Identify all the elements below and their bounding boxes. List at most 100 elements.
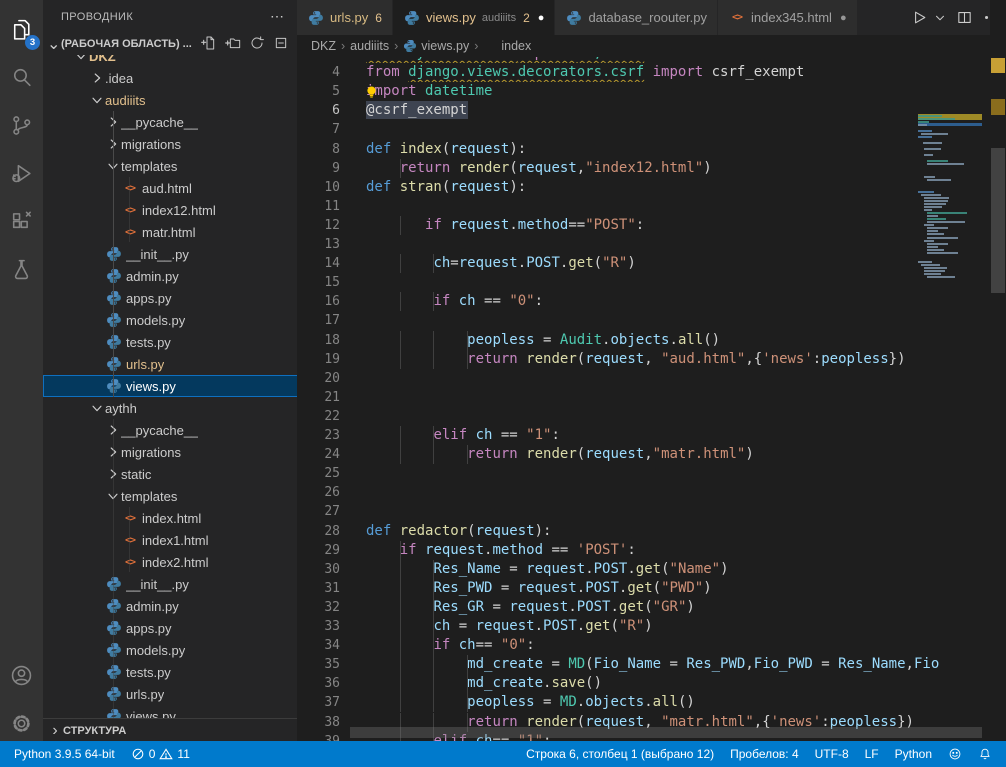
tree-item-migrations[interactable]: migrations (43, 441, 297, 463)
code-line-23[interactable]: 23 elif ch == "1": (297, 426, 1006, 445)
search-icon[interactable] (0, 54, 43, 100)
code-line-7[interactable]: 7 (297, 120, 1006, 139)
tree-item-templates[interactable]: templates (43, 155, 297, 177)
code-line-25[interactable]: 25 (297, 464, 1006, 483)
code-line-21[interactable]: 21 (297, 388, 1006, 407)
horizontal-scrollbar[interactable] (350, 727, 982, 738)
language-mode-status[interactable]: Python (887, 741, 940, 767)
code-line-5[interactable]: 5import datetime (297, 82, 1006, 101)
eol-status[interactable]: LF (857, 741, 887, 767)
tree-item-__init__.py[interactable]: __init__.py (43, 243, 297, 265)
tree-item-.idea[interactable]: .idea (43, 67, 297, 89)
tree-item-aud.html[interactable]: <>aud.html (43, 177, 297, 199)
code-line-14[interactable]: 14 ch=request.POST.get("R") (297, 254, 1006, 273)
code-line-9[interactable]: 9 return render(request,"index12.html") (297, 159, 1006, 178)
outline-section-header[interactable]: › СТРУКТУРА (43, 718, 297, 741)
explorer-more-actions-icon[interactable]: ⋯ (270, 8, 285, 25)
new-folder-icon[interactable] (225, 35, 241, 56)
bell-icon[interactable] (970, 741, 1000, 767)
breadcrumb-item-DKZ[interactable]: DKZ (311, 39, 336, 53)
code-line-18[interactable]: 18 peopless = Audit.objects.all() (297, 331, 1006, 350)
settings-icon[interactable] (0, 700, 43, 746)
split-editor-icon[interactable] (956, 9, 973, 26)
tree-item-views.py[interactable]: views.py2 (43, 375, 297, 397)
tree-item-__init__.py[interactable]: __init__.py (43, 573, 297, 595)
python-interpreter-status[interactable]: Python 3.9.5 64-bit (6, 741, 123, 767)
tree-item-index.html[interactable]: <>index.html (43, 507, 297, 529)
tree-item-tests.py[interactable]: tests.py (43, 331, 297, 353)
vertical-scrollbar[interactable] (990, 0, 1006, 741)
tree-item-views.py[interactable]: views.py (43, 705, 297, 718)
tree-item-__pycache__[interactable]: __pycache__ (43, 419, 297, 441)
code-editor[interactable]: 3from aythh.models import MD,Audit4from … (297, 57, 1006, 741)
extensions-icon[interactable] (0, 198, 43, 244)
tree-item-index12.html[interactable]: <>index12.html (43, 199, 297, 221)
code-line-8[interactable]: 8def index(request): (297, 140, 1006, 159)
code-line-16[interactable]: 16 if ch == "0": (297, 292, 1006, 311)
code-line-6[interactable]: 6@csrf_exempt (297, 101, 1006, 120)
account-icon[interactable] (0, 652, 43, 698)
tree-item-__pycache__[interactable]: __pycache__ (43, 111, 297, 133)
scrollbar-thumb[interactable] (991, 148, 1005, 293)
encoding-status[interactable]: UTF-8 (807, 741, 857, 767)
collapse-all-icon[interactable] (273, 35, 289, 56)
tree-item-admin.py[interactable]: admin.py (43, 265, 297, 287)
lightbulb-icon[interactable] (364, 84, 379, 106)
tab-views.py[interactable]: views.pyaudiiits2● (393, 0, 555, 35)
tree-item-templates[interactable]: templates (43, 485, 297, 507)
tree-item-models.py[interactable]: models.py (43, 639, 297, 661)
unsaved-dot-icon[interactable]: ● (840, 12, 847, 24)
tree-item-apps.py[interactable]: apps.py (43, 287, 297, 309)
code-line-22[interactable]: 22 (297, 407, 1006, 426)
code-line-10[interactable]: 10def stran(request): (297, 178, 1006, 197)
tree-item-aythh[interactable]: aythh (43, 397, 297, 419)
code-line-30[interactable]: 30 Res_Name = request.POST.get("Name") (297, 560, 1006, 579)
code-line-33[interactable]: 33 ch = request.POST.get("R") (297, 617, 1006, 636)
tree-item-urls.py[interactable]: urls.py6 (43, 353, 297, 375)
tree-item-static[interactable]: static (43, 463, 297, 485)
code-line-34[interactable]: 34 if ch== "0": (297, 636, 1006, 655)
indentation-status[interactable]: Пробелов: 4 (722, 741, 807, 767)
tree-item-models.py[interactable]: models.py (43, 309, 297, 331)
tree-item-urls.py[interactable]: urls.py (43, 683, 297, 705)
breadcrumb-item-views.py[interactable]: views.py (403, 39, 469, 53)
code-line-28[interactable]: 28def redactor(request): (297, 522, 1006, 541)
problems-status[interactable]: 0 11 (123, 741, 198, 767)
explorer-icon[interactable]: 3 (0, 6, 43, 52)
code-line-31[interactable]: 31 Res_PWD = request.POST.get("PWD") (297, 579, 1006, 598)
new-file-icon[interactable] (201, 35, 217, 56)
code-line-32[interactable]: 32 Res_GR = request.POST.get("GR") (297, 598, 1006, 617)
tab-urls.py[interactable]: urls.py6 (297, 0, 393, 35)
tree-item-tests.py[interactable]: tests.py (43, 661, 297, 683)
unsaved-dot-icon[interactable]: ● (538, 12, 545, 24)
code-line-4[interactable]: 4from django.views.decorators.csrf impor… (297, 63, 1006, 82)
code-line-19[interactable]: 19 return render(request, "aud.html",{'n… (297, 350, 1006, 369)
tree-item-index1.html[interactable]: <>index1.html (43, 529, 297, 551)
code-line-24[interactable]: 24 return render(request,"matr.html") (297, 445, 1006, 464)
code-line-11[interactable]: 11 (297, 197, 1006, 216)
code-line-12[interactable]: 12 if request.method=="POST": (297, 216, 1006, 235)
tree-item-migrations[interactable]: migrations (43, 133, 297, 155)
minimap[interactable] (918, 114, 986, 741)
code-line-36[interactable]: 36 md_create.save() (297, 674, 1006, 693)
run-python-file-icon[interactable] (911, 9, 928, 26)
code-line-29[interactable]: 29 if request.method == 'POST': (297, 541, 1006, 560)
code-line-27[interactable]: 27 (297, 502, 1006, 521)
tree-item-index2.html[interactable]: <>index2.html (43, 551, 297, 573)
code-line-35[interactable]: 35 md_create = MD(Fio_Name = Res_PWD,Fio… (297, 655, 1006, 674)
tree-item-audiiits[interactable]: audiiits (43, 89, 297, 111)
tab-index345.html[interactable]: <>index345.html● (718, 0, 858, 35)
source-control-icon[interactable] (0, 102, 43, 148)
testing-icon[interactable] (0, 246, 43, 292)
tab-database_roouter.py[interactable]: database_roouter.py (555, 0, 718, 35)
code-line-15[interactable]: 15 (297, 273, 1006, 292)
run-dropdown-icon[interactable] (938, 12, 946, 24)
code-line-37[interactable]: 37 peopless = MD.objects.all() (297, 693, 1006, 712)
cursor-position-status[interactable]: Строка 6, столбец 1 (выбрано 12) (518, 741, 722, 767)
breadcrumb-item-index[interactable]: index (483, 39, 531, 53)
workspace-section-header[interactable]: ⌄ (РАБОЧАЯ ОБЛАСТЬ) ... (43, 33, 297, 55)
code-line-13[interactable]: 13 (297, 235, 1006, 254)
breadcrumb-item-audiiits[interactable]: audiiits (350, 39, 389, 53)
tree-item-admin.py[interactable]: admin.py (43, 595, 297, 617)
code-line-20[interactable]: 20 (297, 369, 1006, 388)
